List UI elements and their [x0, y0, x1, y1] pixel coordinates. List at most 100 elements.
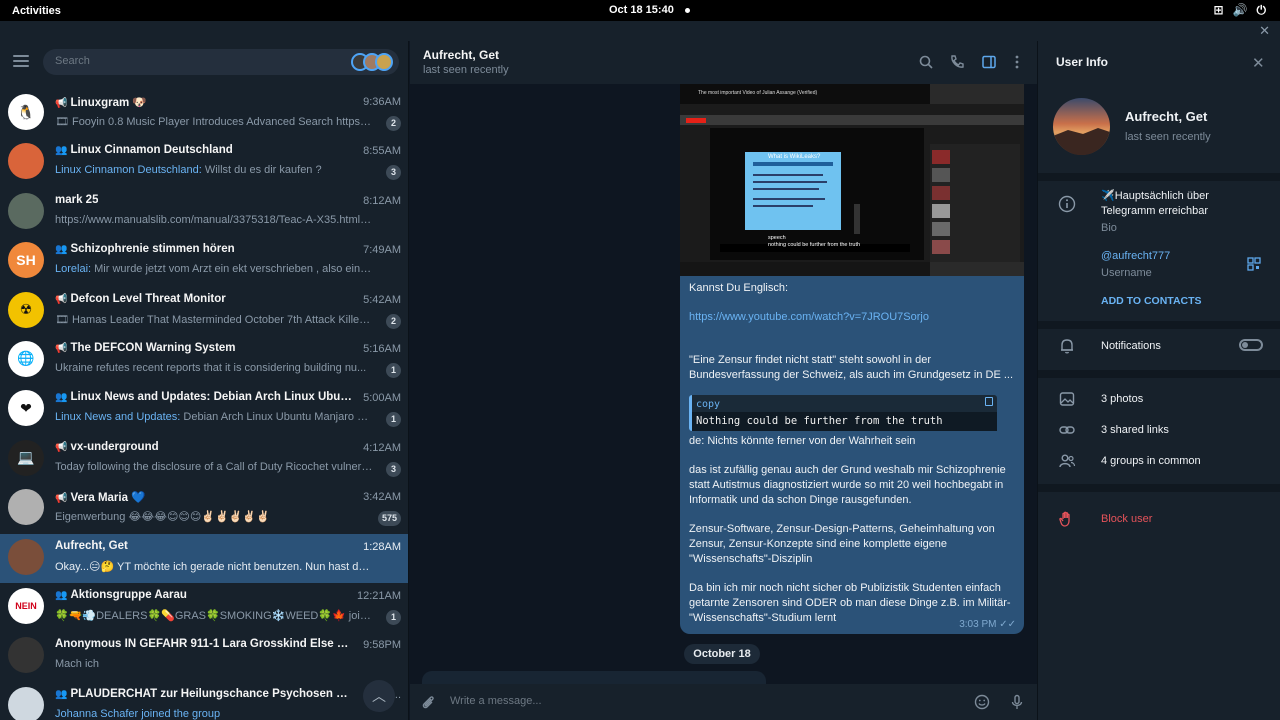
qr-code-icon[interactable] — [1247, 257, 1261, 271]
emoji-icon[interactable] — [974, 694, 990, 710]
chat-avatar[interactable]: ❤ — [8, 390, 44, 427]
search-input[interactable] — [55, 55, 335, 67]
message-text: Kannst Du Englisch: https://www.youtube.… — [689, 281, 1019, 634]
power-icon[interactable]: ⏻ — [1257, 3, 1267, 18]
message-time: 3:03 PM — [959, 619, 997, 630]
chat-time: 1:28AM — [363, 540, 401, 553]
chat-time: 5:16AM — [363, 342, 401, 355]
chat-title[interactable]: Aufrecht, Get — [423, 48, 499, 62]
notifications-toggle[interactable] — [1239, 339, 1263, 351]
activities-button[interactable]: Activities — [12, 5, 61, 17]
unread-badge: 3 — [386, 461, 401, 477]
username-label: Username — [1101, 267, 1152, 279]
message-bubble[interactable]: The most important Video of Julian Assan… — [680, 84, 1024, 634]
unread-badge: 3 — [386, 165, 401, 181]
caption-line: speech — [768, 235, 786, 241]
double-check-icon: ✓✓ — [999, 619, 1016, 630]
chat-avatar[interactable]: ☢ — [8, 291, 44, 328]
chat-preview: Mach ich — [55, 658, 100, 671]
unread-badge: 1 — [386, 412, 401, 428]
chat-list-item[interactable]: 💻 📢 vx-underground 4:12AM Today following th… — [0, 435, 408, 484]
user-name: Aufrecht, Get — [1125, 109, 1208, 124]
chat-avatar[interactable] — [8, 489, 44, 526]
chat-avatar[interactable] — [8, 143, 44, 180]
chat-preview: 🍀🔫💨DEALERS🍀💊GRAS🍀SMOKING❄️WEED🍀🍁 join... — [55, 609, 373, 622]
chat-name: Aufrecht, Get — [55, 539, 128, 552]
chat-list-item[interactable]: 👥 PLAUDERCHAT zur Heilungschance Psychose… — [0, 682, 408, 720]
microphone-icon[interactable] — [1009, 694, 1025, 710]
panel-title: User Info — [1056, 55, 1109, 69]
chat-list-item[interactable]: 👥 Linux Cinnamon Deutschland 8:55AM Linux C… — [0, 138, 408, 187]
chat-name: 📢 vx-underground — [55, 440, 159, 453]
chat-avatar[interactable] — [8, 192, 44, 229]
chat-list-item[interactable]: mark 25 8:12AM https://www.manualslib.com/… — [0, 188, 408, 237]
window-close-icon[interactable]: ✕ — [1259, 23, 1270, 39]
group-icon: 👥 — [55, 688, 68, 700]
chat-name: 📢 Defcon Level Threat Monitor — [55, 292, 226, 305]
user-info-panel: User Info ✕ Aufrecht, Get last seen rece… — [1037, 41, 1280, 720]
chat-list-item[interactable]: ☢ 📢 Defcon Level Threat Monitor 5:42AM 🎞 Hama… — [0, 287, 408, 336]
search-icon[interactable] — [918, 54, 934, 70]
megaphone-icon: 📢 — [55, 493, 68, 505]
youtube-link[interactable]: https://www.youtube.com/watch?v=7JROU7So… — [689, 311, 929, 323]
chat-preview: https://www.manualslib.com/manual/337531… — [55, 213, 373, 226]
hamburger-menu-icon[interactable] — [13, 55, 29, 67]
username-value[interactable]: @aufrecht777 — [1101, 250, 1170, 262]
chat-avatar[interactable]: 💻 — [8, 439, 44, 476]
close-icon[interactable]: ✕ — [1252, 54, 1265, 72]
chat-list-item[interactable]: ❤ 👥 Linux News and Updates: Debian Arch Li… — [0, 385, 408, 434]
attach-icon[interactable] — [420, 694, 436, 710]
megaphone-icon: 📢 — [55, 98, 68, 109]
system-clock[interactable]: Oct 18 15:40 — [609, 4, 674, 16]
network-icon[interactable]: ⊞ — [1213, 3, 1223, 18]
chat-header[interactable]: Aufrecht, Get last seen recently — [410, 41, 1037, 84]
search-bar[interactable] — [43, 49, 399, 75]
chat-list-panel: 🐧 📢Linuxgram 🐶 9:36AM 🎞Fooyin 0.8 Music Pla… — [0, 41, 409, 720]
link-icon — [1059, 426, 1075, 434]
hand-block-icon — [1059, 511, 1070, 527]
chat-avatar[interactable] — [8, 686, 44, 720]
chat-avatar[interactable]: 🌐 — [8, 340, 44, 377]
add-to-contacts-button[interactable]: ADD TO CONTACTS — [1101, 295, 1202, 307]
unread-badge: 2 — [386, 116, 401, 131]
chat-list-item[interactable]: Aufrecht, Get 1:28AM Okay...😑🤔 YT möchte i… — [0, 533, 408, 583]
chat-list-item[interactable]: 🐧 📢 Linuxgram 🐶 9:36AM 🎞 Fooyin 0.8 Music Pla… — [0, 89, 408, 138]
code-copy-label[interactable]: copy — [692, 395, 997, 412]
system-tray[interactable]: ⊞ 🔊 ⏻ — [1213, 3, 1266, 18]
group-icon: 👥 — [55, 392, 68, 404]
bell-icon — [1061, 339, 1073, 354]
more-options-icon[interactable] — [1009, 54, 1025, 70]
chat-avatar[interactable]: NEIN — [8, 587, 44, 624]
chat-list-item[interactable]: 🌐 📢 The DEFCON Warning System 5:16AM Ukraine… — [0, 336, 408, 385]
groups-in-common-item[interactable]: 4 groups in common — [1101, 454, 1201, 469]
divider — [1038, 484, 1280, 492]
chat-list-item[interactable]: Anonymous IN GEFAHR 911-1 Lara Grosskind… — [0, 632, 408, 681]
chat-avatar[interactable] — [8, 637, 44, 674]
chat-time: 3:42AM — [363, 491, 401, 504]
chat-list-item[interactable]: 📢 Vera Maria 💙 3:42AM Eigenwerbung 😂😂😂😊😊😊✌🏻… — [0, 484, 408, 533]
chat-avatar[interactable] — [8, 538, 44, 575]
block-user-button[interactable]: Block user — [1101, 513, 1152, 525]
chat-list-item[interactable]: SH 👥 Schizophrenie stimmen hören 7:49AM Lore… — [0, 237, 408, 286]
sidebar-toggle-icon[interactable] — [981, 54, 997, 70]
chat-avatar[interactable]: 🐧 — [8, 94, 44, 130]
code-content: Nothing could be further from the truth — [692, 412, 997, 431]
chat-preview: Eigenwerbung 😂😂😂😊😊😊✌🏻✌🏻✌🏻✌🏻✌🏻 — [55, 511, 270, 524]
chat-preview: Today following the disclosure of a Call… — [55, 460, 373, 473]
phone-icon[interactable] — [949, 54, 965, 70]
user-avatar[interactable] — [1053, 98, 1110, 155]
chat-avatar[interactable]: SH — [8, 242, 44, 279]
shared-links-item[interactable]: 3 shared links — [1101, 423, 1169, 438]
group-icon: 👥 — [55, 589, 68, 601]
chat-list-item[interactable]: NEIN 👥 Aktionsgruppe Aarau 12:21AM 🍀🔫💨DEALER… — [0, 583, 408, 632]
date-separator: October 18 — [684, 644, 760, 664]
scroll-up-button[interactable]: ︿ — [363, 680, 395, 712]
caption-line: nothing could be further from the truth — [768, 242, 861, 248]
volume-icon[interactable]: 🔊 — [1233, 3, 1248, 18]
story-avatar[interactable] — [375, 53, 393, 71]
message-input[interactable] — [450, 695, 950, 707]
shared-photos-item[interactable]: 3 photos — [1101, 392, 1143, 407]
copy-icon[interactable] — [985, 397, 993, 406]
chat-view: Aufrecht, Get last seen recently The mos… — [410, 41, 1037, 720]
chat-preview: Lorelai: Mir wurde jetzt vom Arzt ein ek… — [55, 263, 373, 276]
